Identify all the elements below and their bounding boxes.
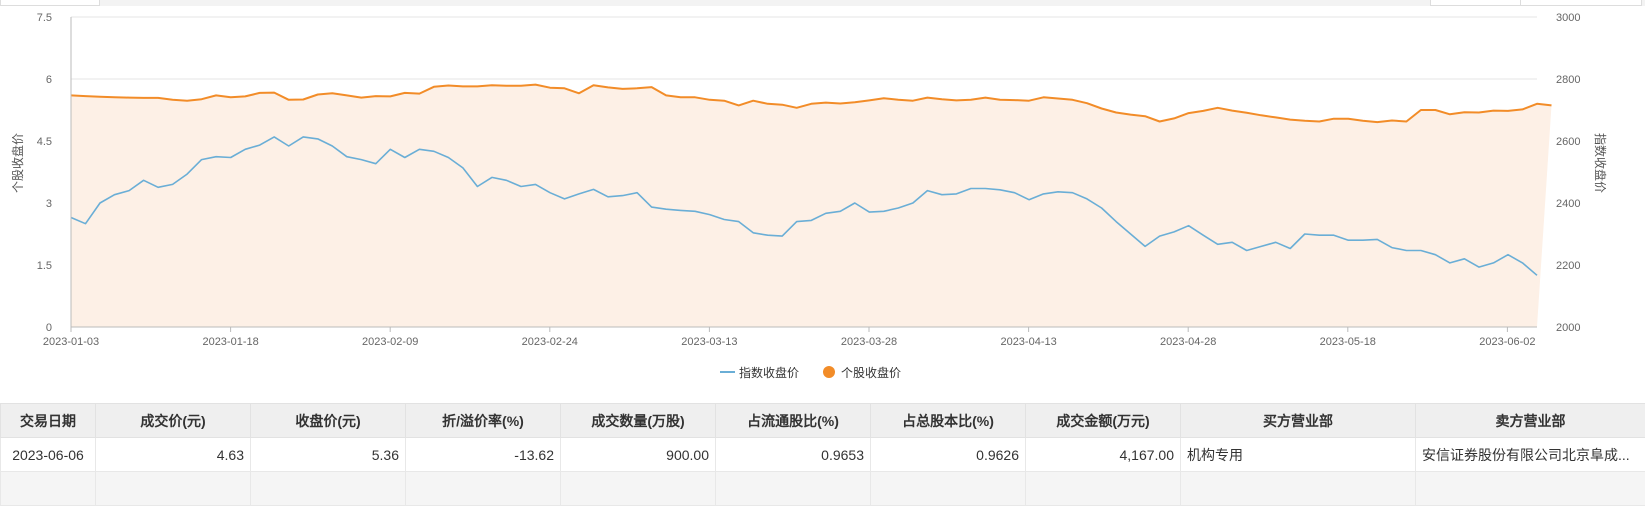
block-trade-table: 交易日期 成交价(元) 收盘价(元) 折/溢价率(%) 成交数量(万股) 占流通…: [0, 403, 1645, 506]
x-tick-label: 2023-01-18: [202, 336, 258, 348]
legend-stock-swatch: [823, 366, 835, 378]
col-deal-price[interactable]: 成交价(元): [96, 404, 251, 438]
legend-stock-label: 个股收盘价: [841, 365, 901, 380]
y-axis-right: 2000 2200 2400 2600 2800 3000: [1556, 12, 1580, 334]
col-close-price[interactable]: 收盘价(元): [251, 404, 406, 438]
col-float-ratio[interactable]: 占流通股比(%): [716, 404, 871, 438]
table-row: 2023-06-06 4.63 5.36 -13.62 900.00 0.965…: [1, 438, 1645, 472]
y-left-tick-label: 1.5: [37, 260, 52, 272]
y-left-tick-label: 6: [46, 74, 52, 86]
x-tick-label: 2023-05-18: [1320, 336, 1376, 348]
cell-trade-date: 2023-06-06: [1, 438, 96, 472]
y-left-tick-label: 7.5: [37, 12, 52, 24]
col-volume[interactable]: 成交数量(万股): [561, 404, 716, 438]
stock-area-layer: [71, 85, 1552, 327]
x-tick-label: 2023-03-28: [841, 336, 897, 348]
x-tick-label: 2023-01-03: [43, 336, 99, 348]
y-axis-left: 0 1.5 3 4.5 6 7.5: [37, 12, 71, 334]
col-premium-rate[interactable]: 折/溢价率(%): [406, 404, 561, 438]
x-axis: 2023-01-03 2023-01-18 2023-02-09 2023-02-24…: [43, 327, 1537, 348]
x-tick-label: 2023-04-28: [1160, 336, 1216, 348]
cell-total-ratio: 0.9626: [871, 438, 1026, 472]
stock-area-fill: [71, 85, 1552, 327]
y-left-tick-label: 4.5: [37, 136, 52, 148]
cell-premium-rate: -13.62: [406, 438, 561, 472]
x-tick-label: 2023-06-02: [1479, 336, 1535, 348]
legend-item-stock[interactable]: 个股收盘价: [823, 365, 901, 380]
y-right-tick-label: 2600: [1556, 136, 1580, 148]
legend-item-index[interactable]: 指数收盘价: [720, 365, 799, 380]
cell-close-price: 5.36: [251, 438, 406, 472]
y-right-tick-label: 2200: [1556, 260, 1580, 272]
y-right-tick-label: 2000: [1556, 322, 1580, 334]
chart-legend: 指数收盘价 个股收盘价: [720, 365, 901, 380]
col-trade-date[interactable]: 交易日期: [1, 404, 96, 438]
col-buyer[interactable]: 买方营业部: [1181, 404, 1416, 438]
y-right-tick-label: 2800: [1556, 74, 1580, 86]
cell-seller[interactable]: 安信证券股份有限公司北京阜成...: [1416, 438, 1645, 472]
col-amount[interactable]: 成交金额(万元): [1026, 404, 1181, 438]
y-left-tick-label: 0: [46, 322, 52, 334]
x-tick-label: 2023-02-09: [362, 336, 418, 348]
cell-float-ratio: 0.9653: [716, 438, 871, 472]
y-axis-left-label: 个股收盘价: [10, 133, 25, 193]
cell-amount: 4,167.00: [1026, 438, 1181, 472]
legend-index-label: 指数收盘价: [739, 365, 799, 380]
cell-buyer[interactable]: 机构专用: [1181, 438, 1416, 472]
col-seller[interactable]: 卖方营业部: [1416, 404, 1645, 438]
table-header-row: 交易日期 成交价(元) 收盘价(元) 折/溢价率(%) 成交数量(万股) 占流通…: [1, 404, 1645, 438]
y-right-tick-label: 3000: [1556, 12, 1580, 24]
cell-deal-price: 4.63: [96, 438, 251, 472]
price-chart: 0 1.5 3 4.5 6 7.5 2000 2200 2400 2600 2800 3000 20…: [0, 0, 1645, 400]
y-axis-right-label: 指数收盘价: [1593, 133, 1608, 193]
x-tick-label: 2023-03-13: [681, 336, 737, 348]
y-right-tick-label: 2400: [1556, 198, 1580, 210]
y-left-tick-label: 3: [46, 198, 52, 210]
x-tick-label: 2023-02-24: [522, 336, 578, 348]
cell-volume: 900.00: [561, 438, 716, 472]
col-total-ratio[interactable]: 占总股本比(%): [871, 404, 1026, 438]
x-tick-label: 2023-04-13: [1000, 336, 1056, 348]
